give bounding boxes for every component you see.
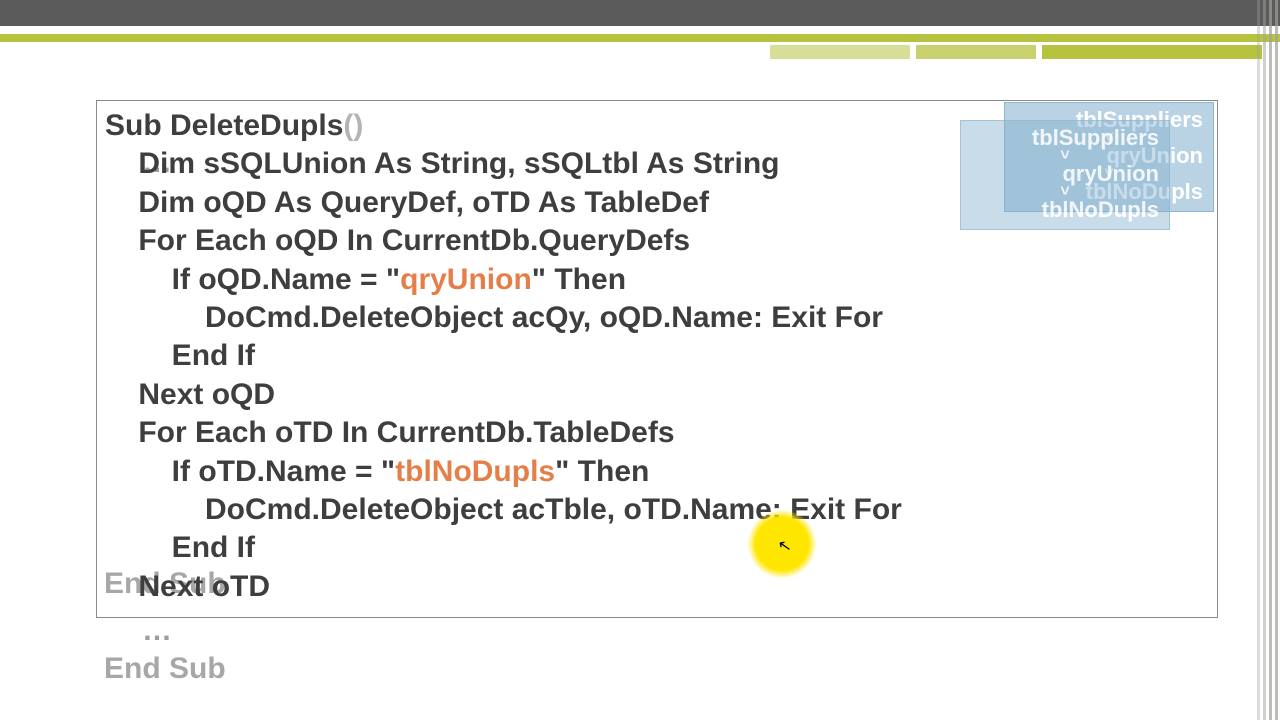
code-line-5a: If oQD.Name = " xyxy=(105,263,400,296)
code-line-3: Dim oQD As QueryDef, oTD As TableDef xyxy=(105,186,709,219)
code-line-9: For Each oTD In CurrentDb.TableDefs xyxy=(105,416,675,449)
accent-stripes xyxy=(764,45,1262,59)
ghost-ellipsis-top: … xyxy=(142,146,172,180)
code-highlight-qryunion: qryUnion xyxy=(400,263,532,296)
code-line-5b: " Then xyxy=(532,263,626,296)
code-line-10a: If oTD.Name = " xyxy=(105,455,395,488)
code-line-8: Next oQD xyxy=(105,378,275,411)
diagram-box-front: tblSuppliers ˅ qryUnion ˅ tblNoDupls xyxy=(960,120,1170,230)
code-line-6: DoCmd.DeleteObject acQy, oQD.Name: Exit … xyxy=(105,301,883,334)
diagram-node-qryunion-2: qryUnion xyxy=(971,163,1159,185)
ghost-ellipsis-bottom: … xyxy=(142,614,172,648)
top-grey-band xyxy=(0,0,1280,26)
right-pillar-decoration xyxy=(1252,0,1280,720)
code-highlight-tblnodupls: tblNoDupls xyxy=(395,455,555,488)
ghost-end-sub-bottom: End Sub xyxy=(104,652,226,686)
ghost-end-sub-overlap: End Sub xyxy=(104,567,226,601)
code-line-4: For Each oQD In CurrentDb.QueryDefs xyxy=(105,224,690,257)
code-line-1b: () xyxy=(343,109,363,142)
code-line-10b: " Then xyxy=(555,455,649,488)
diagram-node-suppliers-2: tblSuppliers xyxy=(971,127,1159,149)
code-line-12: End If xyxy=(105,531,255,564)
code-line-7: End If xyxy=(105,339,255,372)
code-line-1a: Sub DeleteDupls xyxy=(105,109,343,142)
diagram-node-tblnodupls-2: tblNoDupls xyxy=(971,199,1159,221)
code-line-2: Dim sSQLUnion As String, sSQLtbl As Stri… xyxy=(105,147,780,180)
top-olive-band xyxy=(0,26,1280,38)
